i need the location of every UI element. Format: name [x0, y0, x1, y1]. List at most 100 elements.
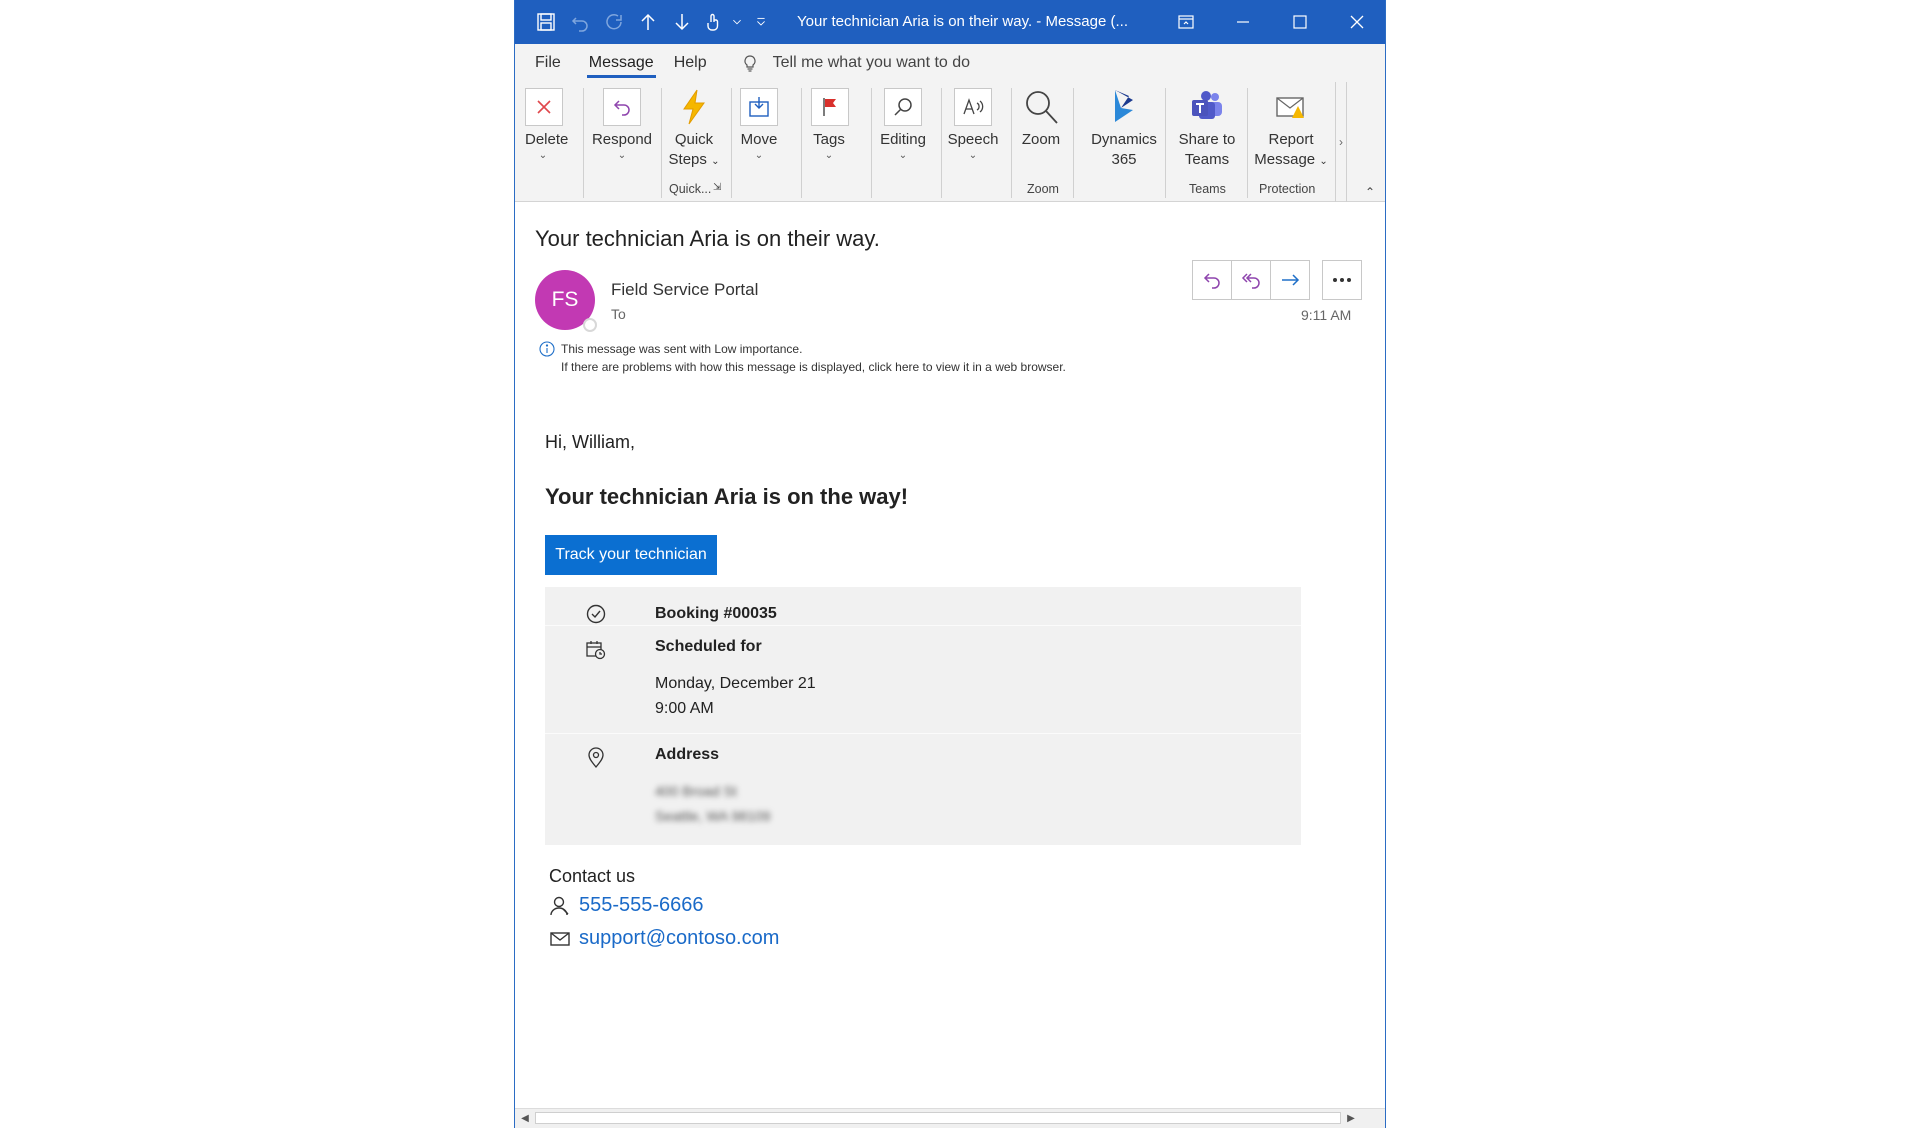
contact-us-heading: Contact us	[549, 866, 636, 886]
speech-label: Speech	[947, 131, 999, 148]
reply-button[interactable]	[1192, 260, 1232, 300]
lightning-icon	[675, 88, 713, 126]
scroll-left-icon[interactable]: ◀	[515, 1109, 535, 1128]
collapse-ribbon-icon[interactable]: ⌃	[1365, 185, 1375, 199]
view-in-browser-notice[interactable]: If there are problems with how this mess…	[561, 358, 1066, 376]
headline: Your technician Aria is on the way!	[545, 484, 909, 509]
email-address[interactable]: support@contoso.com	[579, 927, 779, 950]
ribbon-divider	[583, 88, 584, 198]
arrow-down-icon[interactable]	[665, 0, 699, 44]
more-actions-button[interactable]	[1322, 260, 1362, 300]
delete-button[interactable]: Delete ⌄	[525, 88, 569, 162]
teams-icon	[1188, 88, 1226, 126]
report-label-2: Message ⌄	[1254, 151, 1328, 168]
message-subject: Your technician Aria is on their way.	[535, 226, 880, 251]
to-label: To	[611, 306, 626, 322]
delete-label: Delete	[525, 131, 569, 148]
chevron-down-icon: ⌄	[754, 150, 764, 161]
ribbon-divider	[1073, 88, 1074, 198]
address-row: Address 400 Broad St Seattle, WA 98109	[545, 733, 1301, 845]
address-line-2: Seattle, WA 98109	[655, 808, 771, 824]
info-bar[interactable]: This message was sent with Low importanc…	[539, 340, 1066, 376]
quick-steps-label-2: Steps ⌄	[668, 151, 720, 168]
tab-message[interactable]: Message	[579, 44, 664, 82]
quick-steps-label-1: Quick	[674, 131, 714, 148]
ribbon-divider	[1011, 88, 1012, 198]
report-label-1: Report	[1268, 131, 1314, 148]
presence-indicator	[583, 318, 597, 332]
minimize-icon[interactable]	[1214, 0, 1271, 44]
redo-icon[interactable]	[597, 0, 631, 44]
respond-label: Respond	[591, 131, 653, 148]
respond-button[interactable]: Respond ⌄	[591, 88, 653, 162]
move-label: Move	[740, 131, 778, 148]
window-title: Your technician Aria is on their way. - …	[797, 13, 1128, 30]
group-label-teams: Teams	[1189, 182, 1226, 196]
chevron-down-icon: ⌄	[617, 150, 627, 161]
reply-all-icon	[1241, 273, 1260, 289]
save-icon[interactable]	[529, 0, 563, 44]
horizontal-scrollbar[interactable]: ◀ ▶	[515, 1108, 1385, 1128]
email-link[interactable]: support@contoso.com	[549, 927, 779, 950]
tab-file[interactable]: File	[525, 44, 571, 82]
group-label-zoom: Zoom	[1027, 182, 1059, 196]
maximize-icon[interactable]	[1271, 0, 1328, 44]
phone-link[interactable]: 555-555-6666	[549, 894, 704, 917]
customize-toolbar-icon[interactable]	[747, 0, 775, 44]
forward-button[interactable]	[1270, 260, 1310, 300]
track-technician-button[interactable]: Track your technician	[545, 535, 717, 575]
scheduled-date: Monday, December 21	[655, 675, 816, 692]
message-actions	[1192, 260, 1362, 300]
move-icon	[740, 88, 778, 126]
tell-me-text: Tell me what you want to do	[772, 54, 971, 71]
greeting: Hi, William,	[545, 432, 635, 452]
quick-access-toolbar	[529, 0, 775, 44]
speech-button[interactable]: Speech ⌄	[947, 88, 999, 162]
search-icon	[884, 88, 922, 126]
tags-label: Tags	[813, 131, 845, 148]
chevron-down-icon: ⌄	[538, 150, 548, 161]
flag-icon	[811, 88, 849, 126]
address-line-1: 400 Broad St	[655, 783, 737, 799]
dynamics-label-2: 365	[1111, 151, 1137, 168]
close-icon[interactable]	[1328, 0, 1385, 44]
booking-row: Booking #00035	[545, 587, 1301, 626]
info-icon	[539, 341, 555, 357]
ribbon-divider	[1247, 88, 1248, 198]
dynamics-365-button[interactable]: Dynamics 365	[1089, 88, 1159, 170]
dialog-launcher-icon[interactable]: ⇲	[713, 182, 721, 193]
ribbon-scroll-right-icon[interactable]: ›	[1335, 82, 1347, 202]
zoom-button[interactable]: Zoom	[1019, 88, 1063, 150]
ribbon-divider	[731, 88, 732, 198]
ribbon-divider	[661, 88, 662, 198]
sender-name[interactable]: Field Service Portal	[611, 280, 758, 300]
calendar-clock-icon	[586, 641, 606, 660]
ribbon-divider	[1165, 88, 1166, 198]
scroll-thumb[interactable]	[535, 1112, 1341, 1124]
title-bar: Your technician Aria is on their way. - …	[515, 0, 1385, 44]
chevron-down-icon: ⌄	[824, 150, 834, 161]
dynamics-label-1: Dynamics	[1091, 131, 1157, 148]
undo-icon[interactable]	[563, 0, 597, 44]
report-message-button[interactable]: Report Message ⌄	[1253, 88, 1329, 172]
touch-mode-icon[interactable]	[699, 0, 727, 44]
tab-help[interactable]: Help	[664, 44, 717, 82]
arrow-up-icon[interactable]	[631, 0, 665, 44]
tell-me-search[interactable]: Tell me what you want to do	[741, 54, 970, 72]
reply-all-button[interactable]	[1231, 260, 1271, 300]
phone-number[interactable]: 555-555-6666	[579, 894, 704, 917]
scroll-right-icon[interactable]: ▶	[1341, 1109, 1361, 1128]
quick-steps-button[interactable]: Quick Steps ⌄	[667, 88, 721, 172]
chevron-down-icon[interactable]	[727, 0, 747, 44]
window-controls	[1157, 0, 1385, 44]
outlook-message-window: Your technician Aria is on their way. - …	[514, 0, 1386, 1128]
editing-button[interactable]: Editing ⌄	[877, 88, 929, 162]
lightbulb-icon	[744, 55, 756, 72]
tags-button[interactable]: Tags ⌄	[811, 88, 849, 162]
share-teams-label-2: Teams	[1184, 151, 1230, 168]
share-to-teams-button[interactable]: Share to Teams	[1173, 88, 1241, 170]
ribbon: Delete ⌄ Respond ⌄ Quick Steps ⌄ Quick..…	[515, 82, 1385, 202]
move-button[interactable]: Move ⌄	[739, 88, 779, 162]
booking-details-card: Booking #00035 Scheduled for Monday, Dec…	[545, 587, 1301, 845]
ribbon-display-options-icon[interactable]	[1157, 0, 1214, 44]
